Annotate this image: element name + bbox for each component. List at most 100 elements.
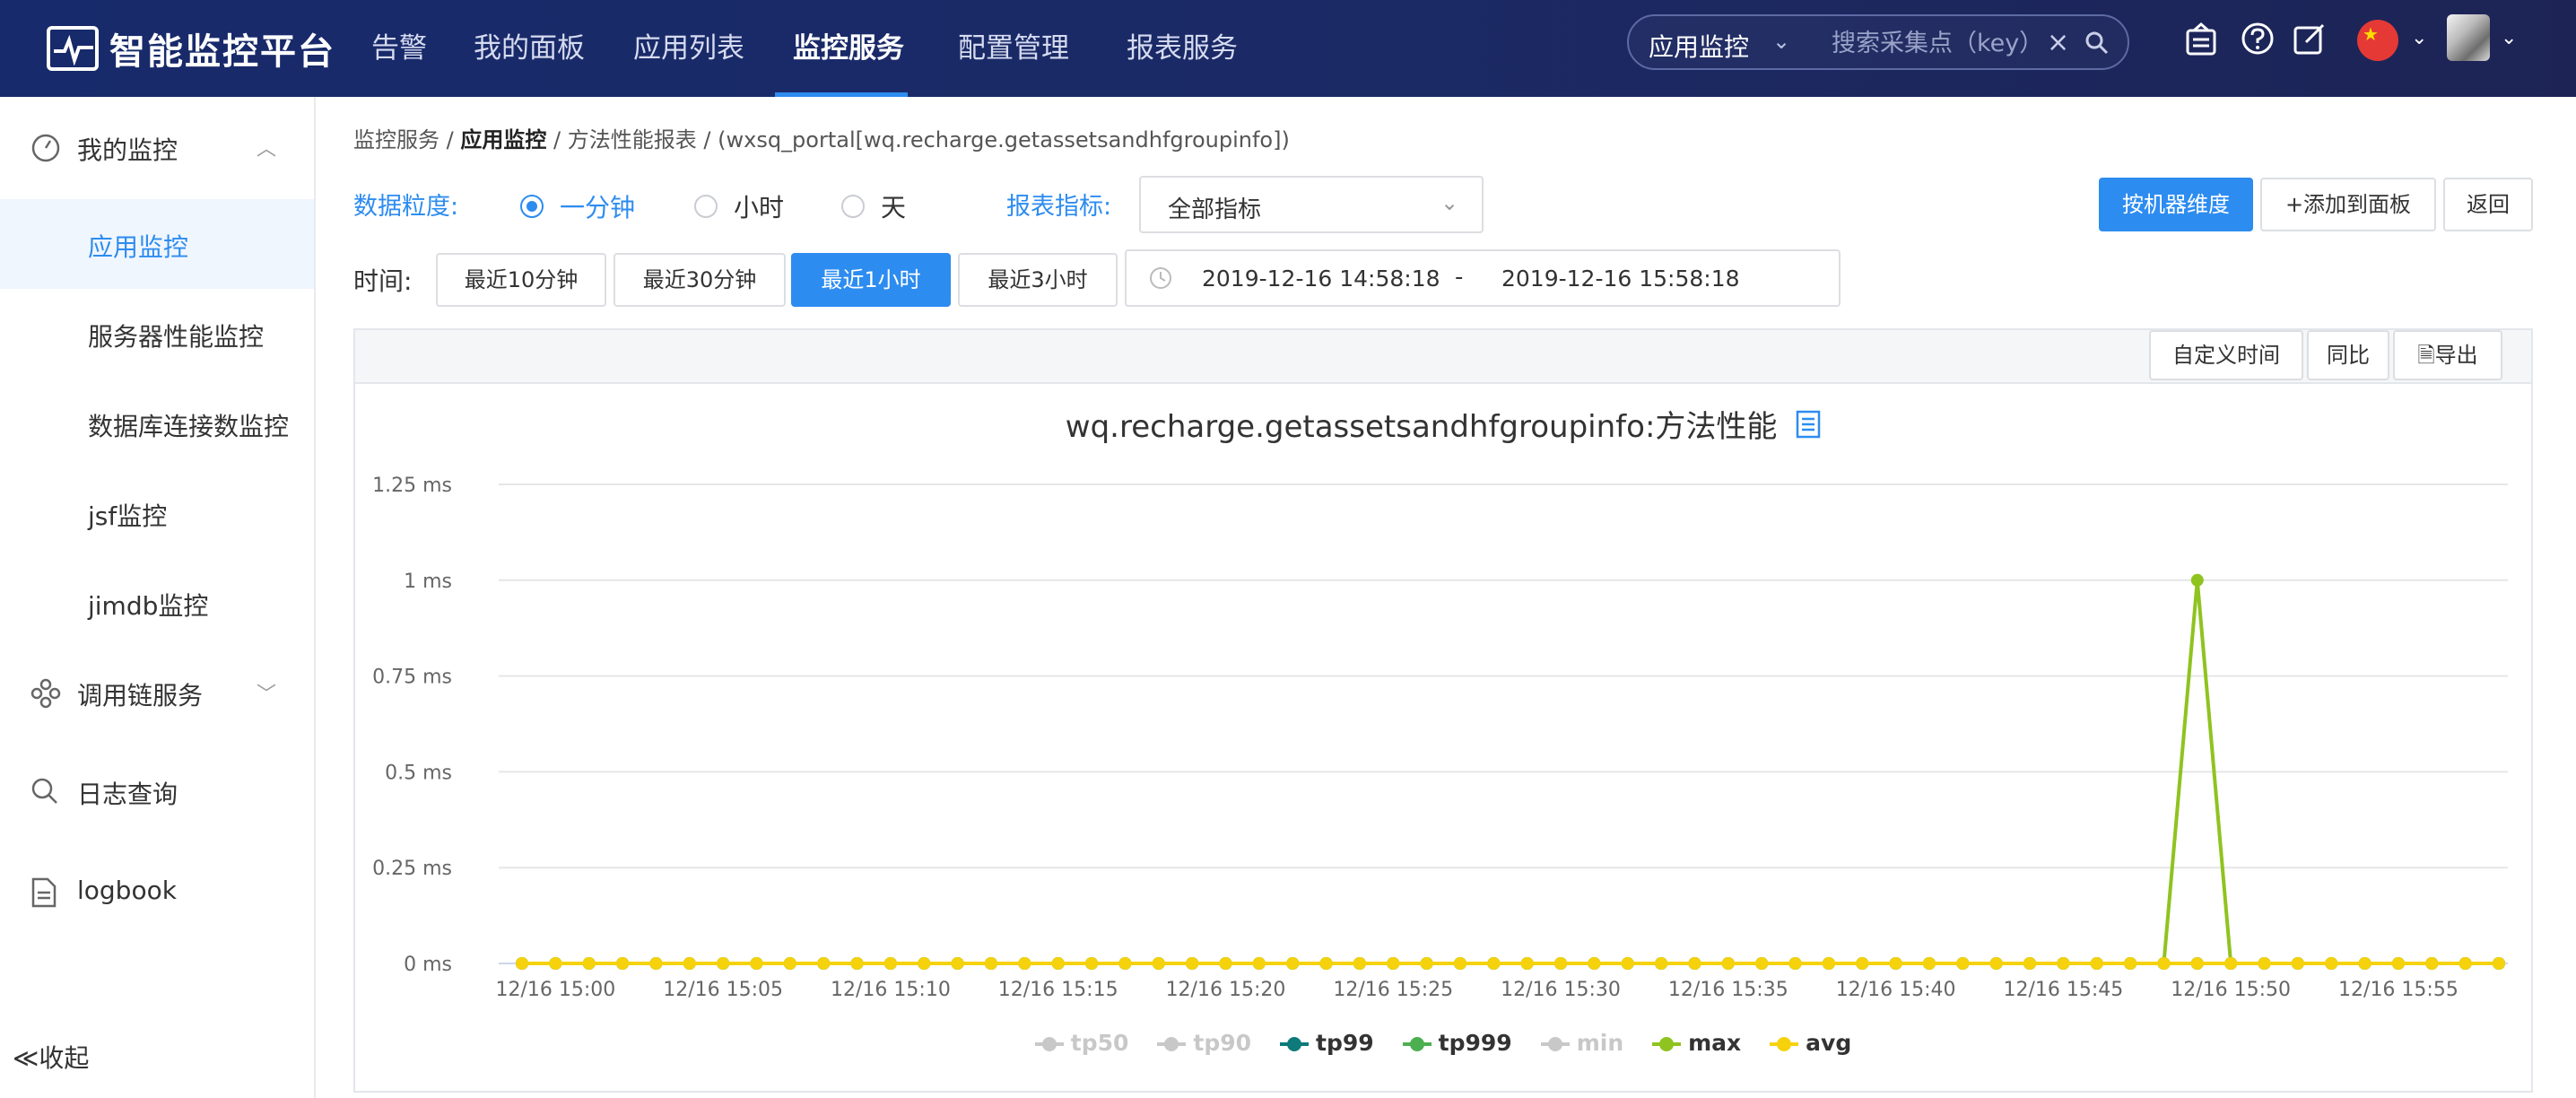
data-point-avg: [2090, 957, 2103, 970]
nav-config-management[interactable]: 配置管理: [958, 22, 1069, 75]
radio-granularity-hour[interactable]: 小时: [694, 188, 784, 224]
nav-alerts[interactable]: 告警: [371, 22, 427, 75]
radio-granularity-day[interactable]: 天: [841, 188, 906, 224]
nav-report-service[interactable]: 报表服务: [1127, 22, 1238, 75]
data-point-avg: [1252, 957, 1266, 970]
collapse-label: 收起: [39, 1043, 90, 1073]
x-tick-label: 12/16 15:15: [998, 979, 1118, 1001]
sidebar-item-label: jimdb监控: [88, 591, 209, 621]
metric-select[interactable]: 全部指标 ⌄: [1139, 176, 1484, 233]
notice-icon[interactable]: [2185, 22, 2217, 61]
x-tick-label: 12/16 15:30: [1501, 979, 1621, 1001]
preset-3hour-button[interactable]: 最近3小时: [958, 253, 1118, 307]
sidebar-item-server-performance[interactable]: 服务器性能监控: [0, 289, 314, 379]
nav-monitor-service[interactable]: 监控服务: [793, 22, 904, 75]
data-point-avg: [2190, 957, 2204, 970]
data-point-avg: [2057, 957, 2070, 970]
legend-item-tp90[interactable]: tp90: [1157, 1030, 1251, 1056]
data-point-avg: [2459, 957, 2472, 970]
sidebar-group-call-chain[interactable]: 调用链服务 ﹀: [0, 662, 314, 725]
search-category-select[interactable]: 应用监控: [1649, 28, 1749, 64]
granularity-label: 数据粒度:: [353, 193, 459, 221]
range-separator: -: [1455, 264, 1464, 291]
edit-icon[interactable]: [2293, 22, 2327, 59]
range-start[interactable]: 2019-12-16 14:58:18: [1202, 266, 1440, 292]
radio-label: 一分钟: [560, 193, 636, 222]
data-point-avg: [918, 957, 931, 970]
preset-10min-button[interactable]: 最近10分钟: [436, 253, 606, 307]
preset-1hour-button[interactable]: 最近1小时: [791, 253, 951, 307]
back-button[interactable]: 返回: [2443, 178, 2533, 231]
radio-granularity-minute[interactable]: 一分钟: [520, 188, 635, 224]
x-tick-label: 12/16 15:25: [1333, 979, 1453, 1001]
sidebar-item-jsf-monitor[interactable]: jsf监控: [0, 468, 314, 558]
data-point-avg: [1420, 957, 1433, 970]
chevron-up-icon[interactable]: ︿: [257, 133, 276, 161]
sidebar-item-db-connections[interactable]: 数据库连接数监控: [0, 379, 314, 468]
breadcrumb-item[interactable]: 应用监控: [460, 127, 546, 152]
sidebar-group-label: 我的监控: [77, 135, 178, 165]
legend-item-avg[interactable]: avg: [1770, 1030, 1851, 1056]
chevron-down-icon[interactable]: ⌄: [2501, 27, 2517, 49]
radio-dot: [694, 195, 718, 218]
sidebar-item-app-monitor[interactable]: 应用监控: [0, 199, 314, 289]
data-point-avg: [1922, 957, 1936, 970]
metric-select-value: 全部指标: [1168, 196, 1262, 223]
legend-item-min[interactable]: min: [1540, 1030, 1623, 1056]
chevron-down-icon[interactable]: ﹀: [257, 678, 276, 707]
data-point-avg: [1621, 957, 1634, 970]
radio-dot: [520, 195, 544, 218]
chevron-down-icon[interactable]: ⌄: [1772, 29, 1790, 54]
sidebar-item-jimdb-monitor[interactable]: jimdb监控: [0, 558, 314, 648]
language-flag-icon[interactable]: ★: [2357, 20, 2398, 61]
data-point-avg: [1956, 957, 1970, 970]
y-tick-label: 1 ms: [404, 571, 452, 593]
breadcrumb-item[interactable]: 监控服务: [353, 127, 439, 152]
nav-my-panels[interactable]: 我的面板: [474, 22, 585, 75]
range-end[interactable]: 2019-12-16 15:58:18: [1501, 266, 1740, 292]
data-point-avg: [1085, 957, 1099, 970]
top-navbar: 智能监控平台 告警 我的面板 应用列表 监控服务 配置管理 报表服务 应用监控 …: [0, 0, 2576, 97]
chart-panel: 自定义时间 同比 🗎导出 wq.recharge.getassetsandhfg…: [353, 328, 2533, 1093]
data-point-avg: [1788, 957, 1802, 970]
search-icon[interactable]: [2084, 30, 2110, 59]
help-icon[interactable]: [2241, 22, 2275, 59]
app-logo[interactable]: 智能监控平台: [47, 16, 335, 81]
data-point-avg: [2224, 957, 2238, 970]
search-input[interactable]: [1832, 25, 2056, 61]
close-icon[interactable]: ×: [2047, 27, 2069, 58]
sidebar-item-logbook[interactable]: logbook: [0, 861, 314, 924]
legend-item-max[interactable]: max: [1652, 1030, 1741, 1056]
sidebar-item-label: logbook: [77, 876, 177, 905]
sidebar-item-log-query[interactable]: 日志查询: [0, 761, 314, 824]
legend-item-tp999[interactable]: tp999: [1402, 1030, 1512, 1056]
legend-label: avg: [1806, 1030, 1852, 1056]
add-to-panel-button[interactable]: +添加到面板: [2260, 178, 2436, 231]
y-tick-label: 0.25 ms: [372, 858, 452, 880]
data-point-avg: [1118, 957, 1132, 970]
collapse-sidebar-button[interactable]: ≪收起: [13, 1039, 89, 1075]
legend-label: tp999: [1438, 1030, 1512, 1056]
by-machine-button[interactable]: 按机器维度: [2099, 178, 2253, 231]
date-range-picker[interactable]: 2019-12-16 14:58:18 - 2019-12-16 15:58:1…: [1125, 249, 1841, 307]
data-point-avg: [717, 957, 730, 970]
double-chevron-left-icon: ≪: [13, 1043, 39, 1073]
data-point-avg: [2325, 957, 2338, 970]
metric-label: 报表指标:: [1006, 193, 1112, 221]
data-point-avg: [1487, 957, 1501, 970]
legend-item-tp99[interactable]: tp99: [1280, 1030, 1374, 1056]
data-point-avg: [2493, 957, 2505, 970]
chevron-down-icon[interactable]: ⌄: [2411, 27, 2427, 49]
line-chart[interactable]: 0 ms 0.25 ms 0.5 ms 0.75 ms 1 ms 1.25 ms 12/16…: [355, 330, 2531, 1021]
data-point-avg: [1219, 957, 1232, 970]
sidebar-group-my-monitor[interactable]: 我的监控 ︿: [0, 117, 314, 179]
breadcrumb-item[interactable]: 方法性能报表: [568, 127, 697, 152]
avatar[interactable]: [2447, 14, 2490, 61]
breadcrumb-separator: /: [446, 127, 454, 152]
preset-30min-button[interactable]: 最近30分钟: [614, 253, 786, 307]
x-tick-label: 12/16 15:00: [495, 979, 615, 1001]
time-label: 时间:: [353, 266, 413, 296]
legend-item-tp50[interactable]: tp50: [1034, 1030, 1128, 1056]
data-point-avg: [850, 957, 864, 970]
nav-app-list[interactable]: 应用列表: [633, 22, 744, 75]
